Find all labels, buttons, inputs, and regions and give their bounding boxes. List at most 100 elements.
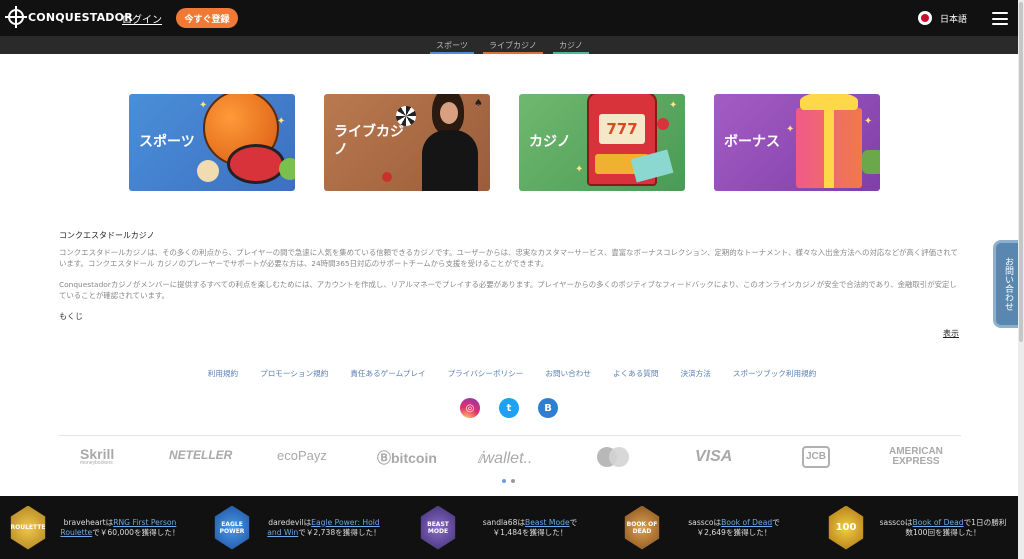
payment-methods: Skrill moneybookers NETELLER ecoPayz Ⓑbi…	[59, 440, 961, 476]
poker-chip-icon	[396, 106, 416, 126]
game-thumbnail-book-of-dead[interactable]: BOOK OF DEAD	[624, 505, 660, 550]
footer-link-promotion-terms[interactable]: プロモーション規約	[260, 368, 328, 379]
skrill-logo-subtext: moneybookers	[80, 460, 113, 466]
neteller-logo: NETELLER	[169, 448, 233, 462]
casino-description: コンクエスタドールカジノ コンクエスタドールカジノは、その多くの利点から、プレイ…	[59, 230, 961, 322]
plant-icon	[862, 150, 880, 174]
hamburger-menu-icon[interactable]	[992, 12, 1008, 25]
category-card-casino[interactable]: カジノ 777 ✦ ✦	[519, 94, 685, 191]
login-link[interactable]: ログイン	[122, 11, 162, 26]
carousel-dot[interactable]	[511, 479, 515, 483]
gift-ribbon	[824, 108, 834, 188]
winner-item: BOOK OF DEAD sasscoはBook of Deadで￥2,649を…	[622, 496, 794, 559]
bitcoin-logo: Ⓑbitcoin	[377, 450, 437, 466]
winner-player: sandla68は	[482, 517, 526, 527]
dealer-figure	[422, 130, 478, 191]
category-card-sports[interactable]: スポーツ ✦ ✦	[129, 94, 295, 191]
recent-winners-ticker: ROULETTE braveheartはRNG First Person Rou…	[0, 496, 1024, 559]
winner-text: sasscoはBook of Deadで￥2,649を獲得した！	[674, 518, 794, 538]
game-thumbnail-roulette[interactable]: ROULETTE	[10, 505, 46, 550]
poker-chip-icon	[382, 172, 392, 182]
language-label: 日本語	[940, 14, 968, 25]
ecopayz-logo: ecoPayz	[277, 448, 327, 463]
winner-game-link[interactable]: Beast Mode	[525, 518, 570, 527]
sparkle-icon: ✦	[786, 124, 795, 135]
logo-text: CONQUESTADOR	[28, 10, 133, 24]
sparkle-icon: ✦	[669, 100, 678, 111]
footer-links: 利用規約 プロモーション規約 責任あるゲームプレイ プライバシーポリシー お問い…	[0, 368, 1024, 379]
subnav-tab-sports[interactable]: スポーツ	[430, 40, 474, 54]
footer-link-privacy-policy[interactable]: プライバシーポリシー	[448, 368, 524, 379]
category-card-live-casino[interactable]: ライブカジ ノ ♠	[324, 94, 490, 191]
winner-text: sandla68はBeast Modeで￥1,484を獲得した！	[470, 518, 590, 538]
card-label: ライブカジ ノ	[334, 124, 404, 158]
footer-link-contact[interactable]: お問い合わせ	[545, 368, 591, 379]
winner-game-link[interactable]: Book of Dead	[913, 518, 964, 527]
winner-player: sasscoは	[879, 517, 913, 527]
crosshair-logo-icon	[5, 6, 27, 28]
winner-game-link[interactable]: Book of Dead	[721, 518, 772, 527]
site-logo[interactable]: CONQUESTADOR	[5, 6, 133, 28]
skrill-logo: Skrill moneybookers	[80, 446, 114, 466]
winner-item: ROULETTE braveheartはRNG First Person Rou…	[8, 496, 180, 559]
winner-text: sasscoはBook of Deadで1日の勝利数100回を獲得した！	[878, 518, 1008, 538]
winner-player: daredevilは	[268, 517, 312, 527]
subnav-tab-live-casino[interactable]: ライブカジノ	[483, 40, 543, 54]
winner-item: 100 sasscoはBook of Deadで1日の勝利数100回を獲得した！	[826, 496, 1008, 559]
footer-link-terms[interactable]: 利用規約	[208, 368, 238, 379]
subnav-tab-underline	[553, 52, 589, 54]
twitter-icon[interactable]: t	[499, 398, 519, 418]
footer-link-payment-methods[interactable]: 決済方法	[681, 368, 711, 379]
gift-box-icon	[796, 108, 862, 188]
subnav-tab-underline	[430, 52, 474, 54]
subnav-tab-underline	[483, 52, 543, 54]
blog-icon[interactable]: B	[538, 398, 558, 418]
carousel-dot-active[interactable]	[502, 479, 506, 483]
language-selector[interactable]: 日本語	[918, 11, 967, 25]
sparkle-icon: ✦	[575, 164, 584, 175]
slot-reels: 777	[599, 114, 645, 144]
description-paragraph: Conquestadorカジノがメンバーに提供するすべての利点を楽しむためには、…	[59, 280, 957, 300]
winner-player: braveheartは	[63, 517, 114, 527]
footer-divider	[59, 435, 961, 436]
tennis-ball-icon	[279, 158, 295, 180]
game-thumbnail-beast-mode[interactable]: BEAST MODE	[420, 505, 456, 550]
winner-player: sasscoは	[688, 517, 722, 527]
ping-pong-paddle-icon	[227, 144, 285, 184]
japan-flag-icon	[918, 11, 932, 25]
subnav-tab-casino[interactable]: カジノ	[553, 40, 589, 54]
sparkle-icon: ✦	[277, 116, 286, 127]
jcb-logo: JCB	[802, 446, 830, 468]
toc-show-link[interactable]: 表示	[943, 328, 959, 339]
footer-link-responsible-gaming[interactable]: 責任あるゲームプレイ	[350, 368, 425, 379]
winner-item: BEAST MODE sandla68はBeast Modeで￥1,484を獲得…	[418, 496, 590, 559]
footer-link-faq[interactable]: よくある質問	[613, 368, 659, 379]
sparkle-icon: ✦	[864, 116, 873, 127]
register-button[interactable]: 今すぐ登録	[176, 8, 238, 28]
footer-link-sportsbook-terms[interactable]: スポーツブック利用規約	[733, 368, 816, 379]
contact-side-tab[interactable]: お問い合わせ	[993, 240, 1021, 328]
section-title: コンクエスタドールカジノ	[59, 231, 155, 240]
instagram-icon[interactable]: ◎	[460, 398, 480, 418]
card-suit-icon: ♠	[474, 98, 483, 109]
subnav-tab-label: ライブカジノ	[489, 41, 537, 50]
top-header: CONQUESTADOR ログイン 今すぐ登録 日本語	[0, 0, 1024, 36]
mastercard-logo	[597, 447, 629, 467]
slot-lever-icon	[657, 118, 669, 130]
category-card-bonus[interactable]: ボーナス ✦ ✦	[714, 94, 880, 191]
description-paragraph: コンクエスタドールカジノは、その多くの利点から、プレイヤーの間で急速に人気を集め…	[59, 248, 958, 268]
gift-bow-icon	[800, 94, 858, 110]
amex-logo: AMERICAN EXPRESS	[889, 446, 943, 467]
page-scrollbar-thumb[interactable]	[1019, 2, 1023, 342]
winner-item: EAGLE POWER daredevilはEagle Power: Hold …	[212, 496, 384, 559]
card-label: ボーナス	[724, 134, 780, 150]
mastercard-circle	[609, 447, 629, 467]
game-thumbnail-100-wins[interactable]: 100	[828, 505, 864, 550]
game-thumbnail-eagle-power[interactable]: EAGLE POWER	[214, 505, 250, 550]
sparkle-icon: ✦	[199, 100, 208, 111]
visa-logo: VISA	[695, 448, 733, 465]
subnav-tab-label: スポーツ	[436, 41, 468, 50]
contact-side-tab-label: お問い合わせ	[1003, 257, 1013, 311]
table-of-contents-label: もくじ	[59, 312, 83, 321]
category-subnav: スポーツ ライブカジノ カジノ	[0, 36, 1024, 54]
